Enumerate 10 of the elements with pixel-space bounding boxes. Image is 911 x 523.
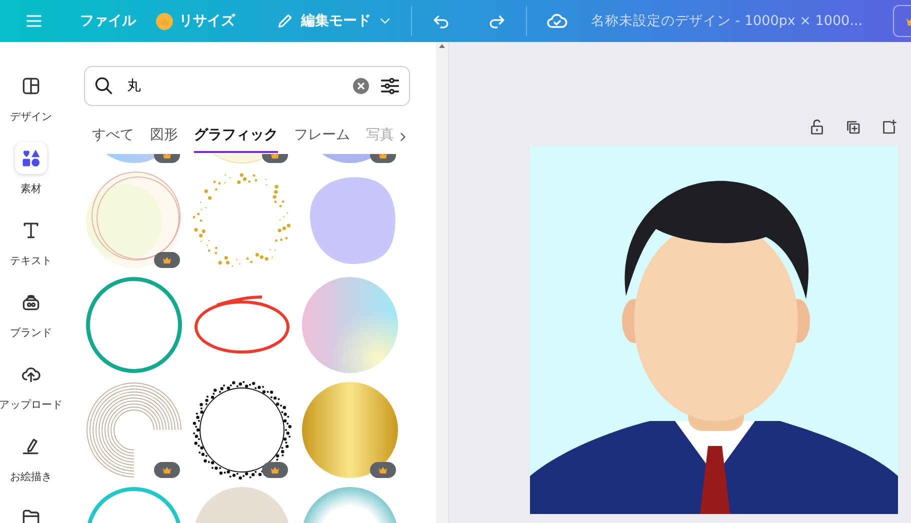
sidebar-item[interactable]: お絵描き — [0, 430, 62, 484]
sidebar-item[interactable]: デザイン — [0, 70, 62, 124]
sidebar-item[interactable]: ブランド — [0, 286, 62, 340]
search-field[interactable]: 丸 — [84, 66, 410, 106]
sidebar-item[interactable]: 素材 — [0, 142, 62, 196]
category-tab[interactable]: すべて — [92, 122, 134, 152]
category-tab[interactable]: フレーム — [294, 122, 350, 152]
sidebar-item[interactable]: アップロード — [0, 358, 62, 412]
category-tab[interactable]: 図形 — [150, 122, 178, 152]
sidebar-item[interactable]: テキスト — [0, 214, 62, 268]
